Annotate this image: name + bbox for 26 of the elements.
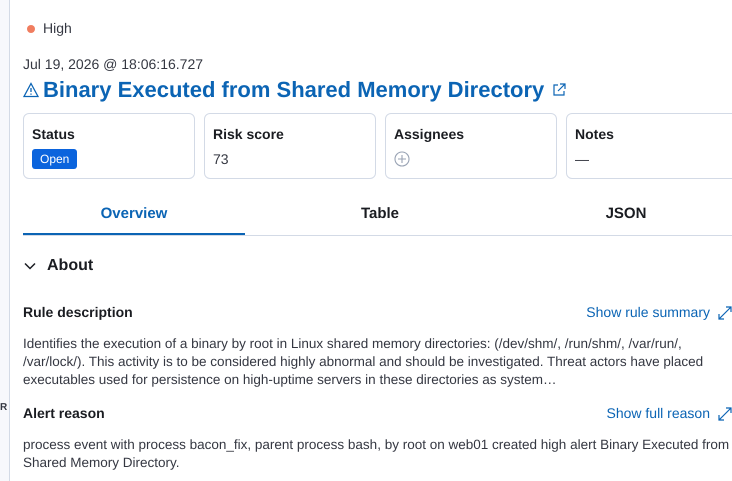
- section-label: Rule description: [23, 303, 133, 322]
- summary-link[interactable]: Show rule summary: [586, 302, 710, 323]
- tab[interactable]: Table: [269, 195, 491, 235]
- card-value: 73: [213, 150, 230, 169]
- summary-link[interactable]: Show full reason: [606, 403, 710, 424]
- expand-icon: [718, 306, 732, 320]
- card-label: Assignees: [394, 125, 466, 144]
- timestamp: Jul 19, 2026 @ 18:06:16.727: [23, 55, 204, 74]
- alert-title-link[interactable]: Binary Executed from Shared Memory Directory: [43, 77, 544, 103]
- cut-text: R: [0, 403, 8, 413]
- tab[interactable]: JSON: [515, 195, 732, 235]
- external-link-icon: [552, 83, 566, 97]
- warning-icon: [23, 82, 39, 98]
- section-label: Alert reason: [23, 404, 105, 423]
- card-label: Risk score: [213, 125, 285, 144]
- description-text: Identifies the execution of a binary by root in Linux shared memory directories: (/dev/shm/, /run/shm/, /var/run/, /var/lock/). This activity is to be considered highly abnormal and should be investigated. Threat actors have placed executables used for persistence on high-uptime servers in these directories as system…: [23, 335, 704, 389]
- card-value: —: [575, 150, 590, 169]
- tab[interactable]: Overview: [23, 195, 245, 235]
- section-toggle[interactable]: About: [23, 254, 94, 278]
- card-label: Notes: [575, 125, 615, 144]
- expand-icon: [718, 406, 732, 420]
- add-icon[interactable]: [394, 151, 410, 167]
- status-badge[interactable]: Open: [32, 149, 78, 169]
- card-label: Status: [32, 125, 76, 144]
- severity-label: High: [43, 19, 72, 38]
- description-text: process event with process bacon_fix, parent process bash, by root on web01 created high alert Binary Executed from Shared Memory Directory.: [23, 436, 730, 472]
